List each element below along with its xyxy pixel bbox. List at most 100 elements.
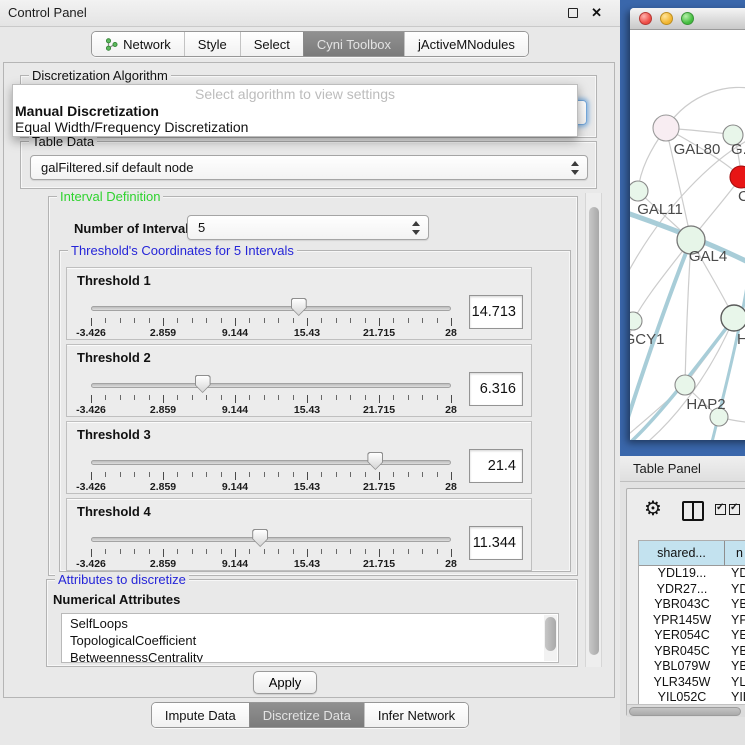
- threshold-3-slider[interactable]: -3.4262.8599.14415.4321.71528: [91, 450, 451, 494]
- tab-label: Select: [254, 37, 290, 52]
- table-data-select[interactable]: galFiltered.sif default node: [30, 155, 588, 180]
- threshold-1-slider[interactable]: -3.4262.8599.14415.4321.71528: [91, 296, 451, 340]
- slider-ticks: [91, 549, 451, 558]
- node-table: shared... n YDL19...YDL1YDR27...YDR2YBR0…: [638, 540, 745, 704]
- node-label-gal80: GAL80: [674, 141, 721, 158]
- slider-track[interactable]: [91, 537, 451, 542]
- list-scrollbar[interactable]: [544, 615, 557, 661]
- dropdown-option-equal-width-frequency[interactable]: Equal Width/Frequency Discretization: [13, 119, 577, 135]
- zoom-traffic-light-icon[interactable]: [681, 12, 694, 25]
- close-traffic-light-icon[interactable]: [639, 12, 652, 25]
- threshold-3-box: Threshold 3 -3.4262.8599.14415.4321.7152…: [66, 421, 532, 494]
- node-label-gal11: GAL11: [637, 201, 683, 218]
- tab-discretize-data[interactable]: Discretize Data: [249, 703, 364, 727]
- slider-track[interactable]: [91, 460, 451, 465]
- tab-select[interactable]: Select: [240, 32, 303, 56]
- tab-network[interactable]: Network: [92, 32, 184, 56]
- combo-stepper-icon: [412, 221, 421, 235]
- network-node[interactable]: [630, 312, 642, 330]
- threshold-label: Threshold 3: [77, 427, 151, 442]
- table-panel-inner: ⚙ shared... n YDL19...YDL1YDR27...YDR2YB…: [626, 488, 745, 716]
- panel-title: Control Panel: [8, 0, 87, 26]
- table-row[interactable]: YIL052CYIL0: [639, 690, 745, 704]
- threshold-coordinates-group: Threshold's Coordinates for 5 Intervals …: [59, 250, 571, 572]
- table-row[interactable]: YER054CYER0: [639, 628, 745, 644]
- top-tab-bar: Network Style Select Cyni Toolbox jActiv…: [91, 31, 529, 57]
- tab-label: Infer Network: [378, 708, 455, 723]
- column-header-name[interactable]: n: [725, 541, 745, 566]
- gear-icon[interactable]: ⚙: [644, 499, 662, 519]
- threshold-value-field[interactable]: 21.4: [469, 449, 523, 483]
- tab-style[interactable]: Style: [184, 32, 240, 56]
- table-row[interactable]: YBR043CYBR0: [639, 597, 745, 613]
- attribute-list-item[interactable]: SelfLoops: [70, 615, 558, 632]
- table-row[interactable]: YBL079WYBL0: [639, 659, 745, 675]
- threshold-value-field[interactable]: 11.344: [469, 526, 523, 560]
- tab-jactivemnodules[interactable]: jActiveMNodules: [404, 32, 528, 56]
- close-icon[interactable]: ✕: [591, 5, 602, 21]
- threshold-4-slider[interactable]: -3.4262.8599.14415.4321.71528: [91, 527, 451, 571]
- network-node[interactable]: [630, 181, 648, 201]
- network-node[interactable]: [653, 115, 679, 141]
- checkbox-icon[interactable]: [729, 504, 740, 515]
- threshold-value-field[interactable]: 14.713: [469, 295, 523, 329]
- tab-label: Impute Data: [165, 708, 236, 723]
- slider-tick-labels: -3.4262.8599.14415.4321.71528: [91, 558, 451, 571]
- network-node[interactable]: [675, 375, 695, 395]
- table-row[interactable]: YPR145WYPR1: [639, 613, 745, 629]
- tab-cyni-toolbox[interactable]: Cyni Toolbox: [303, 32, 404, 56]
- slider-track[interactable]: [91, 383, 451, 388]
- tab-impute-data[interactable]: Impute Data: [152, 703, 249, 727]
- columns-icon[interactable]: [682, 501, 704, 521]
- panel-scrollbar[interactable]: [585, 193, 602, 667]
- network-window: GAL80 G. C GAL11 GAL4 GCY1 H HAP2: [630, 8, 745, 440]
- tab-label: Cyni Toolbox: [317, 37, 391, 52]
- table-row[interactable]: YBR045CYBR0: [639, 644, 745, 660]
- tab-infer-network[interactable]: Infer Network: [364, 703, 468, 727]
- slider-track[interactable]: [91, 306, 451, 311]
- list-scrollbar-thumb[interactable]: [545, 617, 556, 651]
- slider-tick-labels: -3.4262.8599.14415.4321.71528: [91, 481, 451, 494]
- slider-thumb[interactable]: [291, 298, 307, 316]
- slider-thumb[interactable]: [252, 529, 268, 547]
- group-title: Discretization Algorithm: [29, 68, 171, 83]
- control-panel-titlebar: Control Panel ✕: [0, 0, 620, 27]
- tab-label: jActiveMNodules: [418, 37, 515, 52]
- slider-ticks: [91, 472, 451, 481]
- node-table-rows: YDL19...YDL1YDR27...YDR2YBR043CYBR0YPR14…: [639, 566, 745, 704]
- checkbox-icon[interactable]: [715, 504, 726, 515]
- table-hscrollbar-thumb[interactable]: [629, 707, 741, 716]
- threshold-value-field[interactable]: 6.316: [469, 372, 523, 406]
- interval-definition-group: Interval Definition Number of Intervals …: [48, 196, 578, 576]
- numerical-attributes-label: Numerical Attributes: [53, 592, 180, 607]
- table-panel-header: Table Panel: [620, 456, 745, 482]
- panel-scrollbar-thumb[interactable]: [589, 207, 599, 655]
- slider-thumb[interactable]: [367, 452, 383, 470]
- column-header-shared-name[interactable]: shared...: [639, 541, 725, 566]
- table-row[interactable]: YDL19...YDL1: [639, 566, 745, 582]
- node-label-partial-c: C: [738, 188, 745, 205]
- attribute-list-item[interactable]: TopologicalCoefficient: [70, 632, 558, 649]
- network-node[interactable]: [721, 305, 745, 331]
- table-row[interactable]: YLR345WYLR3: [639, 675, 745, 691]
- attribute-list-item[interactable]: BetweennessCentrality: [70, 649, 558, 663]
- threshold-4-box: Threshold 4 -3.4262.8599.14415.4321.7152…: [66, 498, 532, 571]
- threshold-label: Threshold 2: [77, 350, 151, 365]
- threshold-2-slider[interactable]: -3.4262.8599.14415.4321.71528: [91, 373, 451, 417]
- node-label-hap2: HAP2: [686, 396, 725, 413]
- control-panel: Control Panel ✕ Network Style Select: [0, 0, 620, 745]
- float-window-icon[interactable]: [568, 8, 578, 18]
- minimize-traffic-light-icon[interactable]: [660, 12, 673, 25]
- node-label-gal4: GAL4: [689, 248, 727, 265]
- table-row[interactable]: YDR27...YDR2: [639, 582, 745, 598]
- slider-ticks: [91, 318, 451, 327]
- table-hscrollbar[interactable]: [627, 704, 745, 717]
- slider-thumb[interactable]: [195, 375, 211, 393]
- threshold-label: Threshold 1: [77, 273, 151, 288]
- network-tab-icon: [105, 38, 118, 51]
- apply-button[interactable]: Apply: [253, 671, 317, 694]
- network-canvas[interactable]: GAL80 G. C GAL11 GAL4 GCY1 H HAP2: [630, 30, 745, 440]
- dropdown-option-manual-discretization[interactable]: Manual Discretization: [13, 103, 577, 119]
- node-label-partial-g: G.: [731, 141, 745, 158]
- num-intervals-select[interactable]: 5: [187, 215, 429, 240]
